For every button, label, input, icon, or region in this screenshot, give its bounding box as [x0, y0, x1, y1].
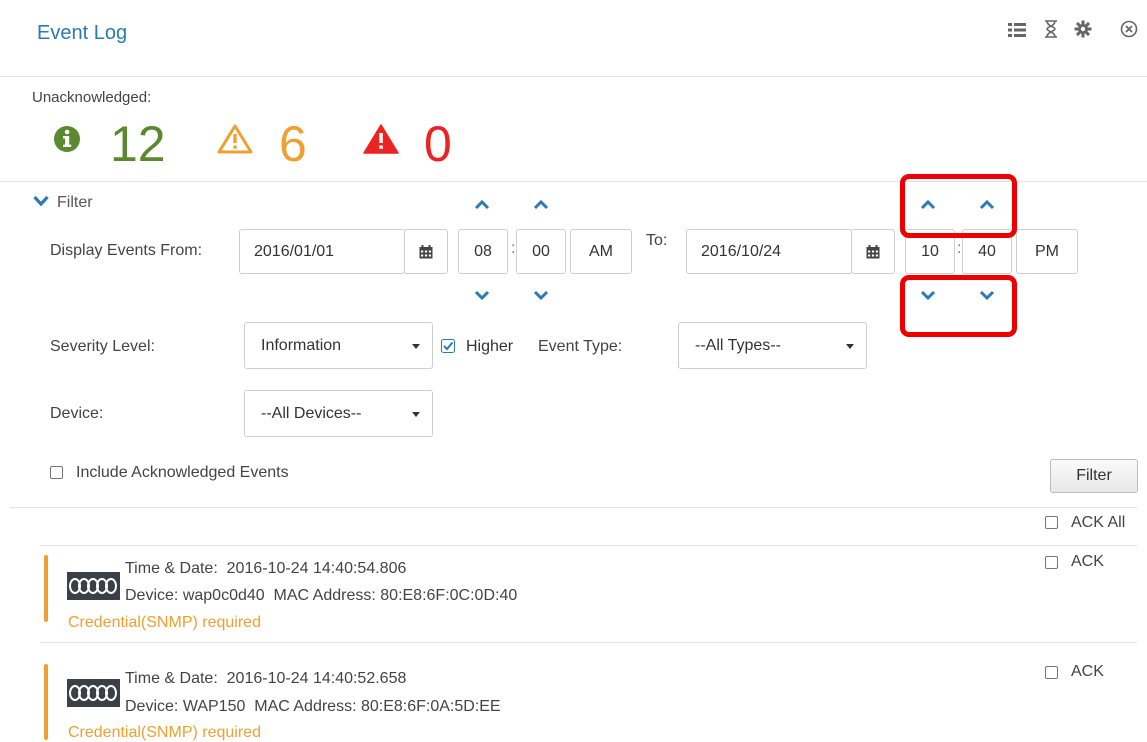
device-select-value: --All Devices-- [261, 404, 362, 422]
event-device[interactable]: wap0c0d40 [183, 587, 265, 604]
event-device[interactable]: WAP150 [183, 698, 246, 715]
event-mac: 80:E8:6F:0C:0D:40 [380, 587, 518, 604]
device-select[interactable]: --All Devices-- [244, 390, 433, 437]
close-icon[interactable] [1118, 20, 1140, 44]
list-divider [40, 642, 1137, 643]
info-icon [53, 125, 81, 158]
chevron-down-icon [412, 411, 420, 417]
device-label: Device: [50, 405, 104, 422]
severity-label: Severity Level: [50, 338, 155, 355]
event-device-line: Device: WAP150 MAC Address: 80:E8:6F:0A:… [125, 698, 501, 716]
higher-label: Higher [466, 338, 514, 355]
event-mac-label: MAC Address: [273, 587, 376, 604]
severity-select[interactable]: Information [244, 322, 433, 369]
from-minute-input[interactable]: 00 [516, 229, 566, 274]
event-status[interactable]: Credential(SNMP) required [68, 724, 261, 742]
ack-checkbox[interactable] [1045, 556, 1058, 569]
info-count[interactable]: 12 [110, 115, 166, 173]
to-ampm-toggle[interactable]: PM [1016, 229, 1078, 274]
event-time-label: Time & Date: [125, 670, 218, 687]
event-mac: 80:E8:6F:0A:5D:EE [360, 698, 501, 715]
event-time-label: Time & Date: [125, 560, 218, 577]
filter-toggle-label: Filter [57, 194, 93, 211]
from-date-input[interactable]: 2016/01/01 [239, 229, 405, 274]
filter-divider [10, 507, 1137, 508]
ack-checkbox[interactable] [1045, 666, 1058, 679]
event-type-label: Event Type: [538, 338, 623, 355]
event-device-line: Device: wap0c0d40 MAC Address: 80:E8:6F:… [125, 587, 517, 605]
ack-label: ACK [1071, 663, 1104, 680]
from-ampm-toggle[interactable]: AM [570, 229, 632, 274]
ack-label: ACK [1071, 553, 1104, 570]
chevron-down-icon [846, 343, 854, 349]
highlight-up-arrows [900, 174, 1017, 238]
from-minute-up-icon[interactable] [531, 198, 551, 212]
from-hour-down-icon[interactable] [472, 288, 492, 302]
hourglass-icon[interactable] [1040, 20, 1062, 44]
chevron-down-icon [33, 194, 49, 212]
event-type-select[interactable]: --All Types-- [678, 322, 867, 369]
header-divider [0, 76, 1147, 77]
from-time-separator: : [511, 240, 516, 257]
from-minute-down-icon[interactable] [531, 288, 551, 302]
to-calendar-icon[interactable] [851, 229, 895, 274]
to-time-separator: : [957, 240, 962, 257]
event-mac-label: MAC Address: [254, 698, 357, 715]
warning-icon [217, 124, 253, 159]
warning-count[interactable]: 6 [279, 115, 307, 173]
severity-select-value: Information [261, 336, 342, 354]
gear-icon[interactable] [1072, 20, 1094, 44]
event-severity-bar [44, 664, 48, 740]
from-hour-input[interactable]: 08 [458, 229, 508, 274]
event-status[interactable]: Credential(SNMP) required [68, 614, 261, 632]
event-device-label: Device: [125, 587, 179, 604]
ack-all-checkbox[interactable] [1045, 516, 1058, 529]
alert-icon [363, 124, 399, 159]
list-divider-top [40, 545, 1137, 546]
include-ack-label: Include Acknowledged Events [76, 464, 289, 481]
include-ack-checkbox[interactable] [50, 466, 63, 479]
event-time-line: Time & Date: 2016-10-24 14:40:52.658 [125, 670, 406, 688]
access-point-icon [66, 568, 121, 609]
to-date-input[interactable]: 2016/10/24 [686, 229, 852, 274]
ack-all-label: ACK All [1071, 514, 1126, 531]
event-device-label: Device: [125, 698, 179, 715]
page-title: Event Log [37, 22, 128, 44]
alert-count[interactable]: 0 [424, 115, 452, 173]
filter-toggle[interactable]: Filter [33, 194, 93, 212]
event-severity-bar [44, 555, 48, 622]
list-icon[interactable] [1006, 20, 1028, 44]
event-time: 2016-10-24 14:40:52.658 [226, 670, 407, 687]
chevron-down-icon [412, 343, 420, 349]
event-time-line: Time & Date: 2016-10-24 14:40:54.806 [125, 560, 406, 578]
filter-button[interactable]: Filter [1050, 459, 1138, 493]
unacknowledged-label: Unacknowledged: [32, 89, 152, 106]
to-label: To: [646, 232, 668, 249]
from-label: Display Events From: [50, 242, 203, 259]
highlight-down-arrows [900, 275, 1017, 337]
from-hour-up-icon[interactable] [472, 198, 492, 212]
event-type-select-value: --All Types-- [695, 336, 781, 354]
event-time: 2016-10-24 14:40:54.806 [226, 560, 407, 577]
access-point-icon [66, 675, 121, 716]
from-calendar-icon[interactable] [404, 229, 448, 274]
higher-checkbox[interactable] [441, 339, 455, 358]
